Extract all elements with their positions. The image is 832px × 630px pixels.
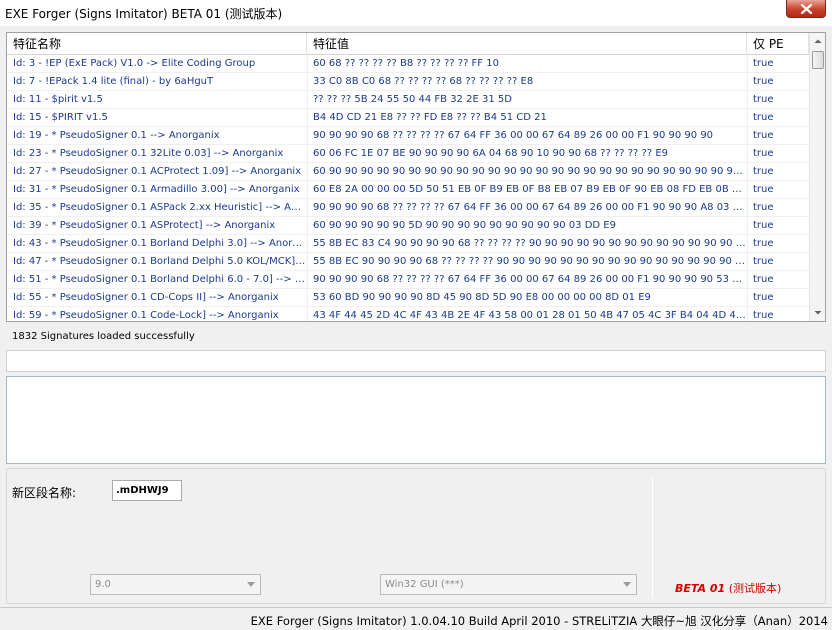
signature-name-cell: Id: 39 - * PseudoSigner 0.1 ASProtect] -… [13,220,276,231]
signature-value-cell: 60 90 90 90 90 90 90 90 90 90 90 90 90 9… [313,166,747,177]
signature-name-cell: Id: 23 - * PseudoSigner 0.1 32Lite 0.03]… [13,148,284,159]
signature-value-cell: 53 60 BD 90 90 90 90 8D 45 90 8D 5D 90 E… [313,292,651,303]
signature-value-cell: 90 90 90 90 68 ?? ?? ?? ?? 67 64 FF 36 0… [313,274,747,285]
signature-list[interactable]: 特征名称 特征值 仅 PE Id: 3 - !EP (ExE Pack) V1.… [6,32,826,322]
signature-value-cell: 33 C0 8B C0 68 ?? ?? ?? ?? 68 ?? ?? ?? ?… [313,76,534,87]
linker-version-value: 9.0 [95,579,111,590]
pe-only-cell: true [753,274,774,285]
pe-only-cell: true [753,310,774,321]
signature-name-cell: Id: 47 - * PseudoSigner 0.1 Borland Delp… [13,256,307,267]
linker-version-select[interactable]: 9.0 [90,574,261,595]
signature-value-cell: 90 90 90 90 68 ?? ?? ?? ?? 67 64 FF 36 0… [313,202,747,213]
signature-value-cell: 60 68 ?? ?? ?? ?? B8 ?? ?? ?? ?? FF 10 [313,58,499,69]
table-row[interactable]: Id: 31 - * PseudoSigner 0.1 Armadillo 3.… [7,181,809,199]
table-row[interactable]: Id: 39 - * PseudoSigner 0.1 ASProtect] -… [7,217,809,235]
pe-only-cell: true [753,76,774,87]
table-row[interactable]: Id: 43 - * PseudoSigner 0.1 Borland Delp… [7,235,809,253]
arrow-up-icon [814,39,822,43]
table-row[interactable]: Id: 23 - * PseudoSigner 0.1 32Lite 0.03]… [7,145,809,163]
signature-name-cell: Id: 3 - !EP (ExE Pack) V1.0 -> Elite Cod… [13,58,256,69]
signature-value-cell: B4 4D CD 21 E8 ?? ?? FD E8 ?? ?? B4 51 C… [313,112,547,123]
table-row[interactable]: Id: 15 - $PIRIT v1.5 B4 4D CD 21 E8 ?? ??… [7,109,809,127]
signature-name-cell: Id: 59 - * PseudoSigner 0.1 Code-Lock] -… [13,310,279,321]
signature-name-cell: Id: 31 - * PseudoSigner 0.1 Armadillo 3.… [13,184,300,195]
signature-value-cell: 55 8B EC 83 C4 90 90 90 90 68 ?? ?? ?? ?… [313,238,747,249]
window-title: EXE Forger (Signs Imitator) BETA 01 (测试版… [5,7,283,21]
panel-divider [652,476,653,598]
list-header: 特征名称 特征值 仅 PE [7,33,809,55]
signature-name-cell: Id: 11 - $pirit v1.5 [13,94,103,105]
chevron-down-icon [623,582,631,587]
close-button[interactable] [786,0,826,18]
pe-only-cell: true [753,292,774,303]
table-row[interactable]: Id: 47 - * PseudoSigner 0.1 Borland Delp… [7,253,809,271]
title-bar[interactable]: EXE Forger (Signs Imitator) BETA 01 (测试版… [0,0,832,26]
list-body: Id: 3 - !EP (ExE Pack) V1.0 -> Elite Cod… [7,55,809,321]
column-header-name[interactable]: 特征名称 [7,33,307,55]
section-name-label: 新区段名称: [12,486,77,500]
signature-name-cell: Id: 35 - * PseudoSigner 0.1 ASPack 2.xx … [13,202,307,213]
column-header-value[interactable]: 特征值 [307,33,747,55]
status-bar: EXE Forger (Signs Imitator) 1.0.04.10 Bu… [0,607,832,630]
pe-only-cell: true [753,112,774,123]
signature-value-cell: 60 E8 2A 00 00 00 5D 50 51 EB 0F B9 EB 0… [313,184,747,195]
signature-name-cell: Id: 19 - * PseudoSigner 0.1 --> Anorgani… [13,130,220,141]
signature-value-cell: 90 90 90 90 68 ?? ?? ?? ?? 67 64 FF 36 0… [313,130,714,141]
chevron-down-icon [247,582,255,587]
scrollbar-thumb[interactable] [812,51,824,69]
subsystem-select[interactable]: Win32 GUI (***) [380,574,637,595]
table-row[interactable]: Id: 59 - * PseudoSigner 0.1 Code-Lock] -… [7,307,809,321]
close-icon [801,4,812,14]
pe-only-cell: true [753,184,774,195]
signature-value-cell: 60 90 90 90 90 90 5D 90 90 90 90 90 90 9… [313,220,616,231]
vertical-scrollbar[interactable] [809,33,825,321]
pe-only-cell: true [753,220,774,231]
pe-only-cell: true [753,202,774,213]
signature-value-cell: 55 8B EC 90 90 90 90 68 ?? ?? ?? ?? 90 9… [313,256,747,267]
arrow-down-icon [814,311,822,315]
table-row[interactable]: Id: 51 - * PseudoSigner 0.1 Borland Delp… [7,271,809,289]
table-row[interactable]: Id: 3 - !EP (ExE Pack) V1.0 -> Elite Cod… [7,55,809,73]
signature-name-cell: Id: 27 - * PseudoSigner 0.1 ACProtect 1.… [13,166,302,177]
status-field [6,350,826,372]
section-name-input[interactable]: .mDHWJ9 [112,480,182,501]
app-window: EXE Forger (Signs Imitator) BETA 01 (测试版… [0,0,832,630]
signature-value-cell: 43 4F 44 45 2D 4C 4F 43 4B 2E 4F 43 58 0… [313,310,747,321]
log-textarea[interactable] [6,376,826,464]
beta-suffix: (测试版本) [725,582,782,595]
status-message: 1832 Signatures loaded successfully [12,331,195,342]
signature-name-cell: Id: 51 - * PseudoSigner 0.1 Borland Delp… [13,274,307,285]
pe-only-cell: true [753,130,774,141]
table-row[interactable]: Id: 11 - $pirit v1.5 ?? ?? ?? 5B 24 55 50… [7,91,809,109]
pe-only-cell: true [753,94,774,105]
pe-only-cell: true [753,238,774,249]
signature-name-cell: Id: 15 - $PIRIT v1.5 [13,112,108,123]
signature-value-cell: 60 06 FC 1E 07 BE 90 90 90 90 6A 04 68 9… [313,148,669,159]
pe-only-cell: true [753,148,774,159]
table-row[interactable]: Id: 27 - * PseudoSigner 0.1 ACProtect 1.… [7,163,809,181]
table-row[interactable]: Id: 55 - * PseudoSigner 0.1 CD-Cops II] … [7,289,809,307]
pe-only-cell: true [753,256,774,267]
scroll-down-button[interactable] [810,304,825,321]
beta-label: BETA 01 (测试版本) [675,580,781,596]
subsystem-value: Win32 GUI (***) [385,579,464,590]
table-row[interactable]: Id: 7 - !EPack 1.4 lite (final) - by 6aH… [7,73,809,91]
signature-name-cell: Id: 43 - * PseudoSigner 0.1 Borland Delp… [13,238,307,249]
scroll-up-button[interactable] [810,33,825,50]
pe-only-cell: true [753,58,774,69]
signature-name-cell: Id: 7 - !EPack 1.4 lite (final) - by 6aH… [13,76,214,87]
footer-credits: EXE Forger (Signs Imitator) 1.0.04.10 Bu… [250,614,828,628]
signature-name-cell: Id: 55 - * PseudoSigner 0.1 CD-Cops II] … [13,292,279,303]
beta-version: BETA 01 [675,582,726,595]
column-header-pe-only[interactable]: 仅 PE [747,33,809,55]
table-row[interactable]: Id: 35 - * PseudoSigner 0.1 ASPack 2.xx … [7,199,809,217]
signature-value-cell: ?? ?? ?? 5B 24 55 50 44 FB 32 2E 31 5D [313,94,512,105]
pe-only-cell: true [753,166,774,177]
table-row[interactable]: Id: 19 - * PseudoSigner 0.1 --> Anorgani… [7,127,809,145]
